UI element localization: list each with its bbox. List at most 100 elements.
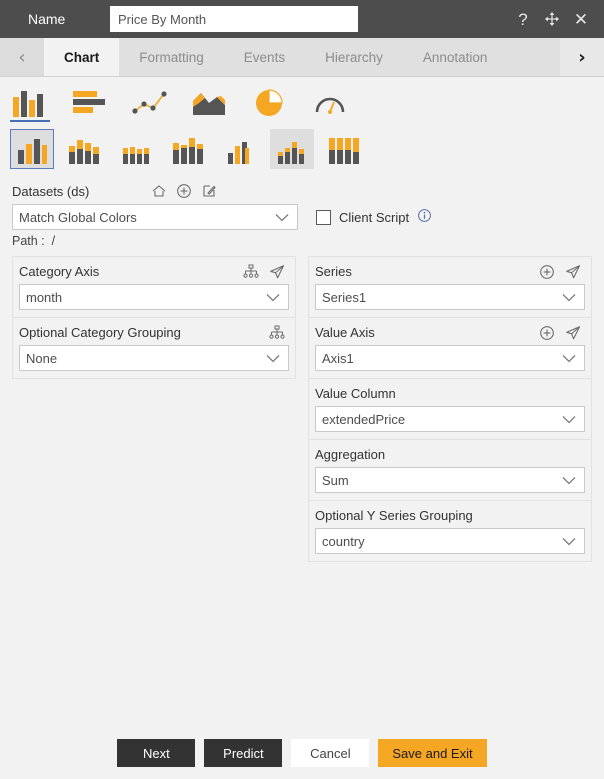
datasets-section: Datasets (ds) Match Global Colors Client… (0, 175, 604, 248)
series-icon-group (539, 264, 585, 280)
category-grouping-select[interactable]: None (19, 345, 289, 371)
value-axis-select[interactable]: Axis1 (315, 345, 585, 371)
category-axis-select[interactable]: month (19, 284, 289, 310)
footer-button-bar: Next Predict Cancel Save and Exit (0, 739, 604, 767)
question-mark-icon[interactable]: ? (514, 9, 532, 29)
value-axis-icon-group (539, 325, 585, 341)
chevron-down-icon (562, 354, 576, 362)
full-stacked-column-icon[interactable] (322, 129, 366, 169)
datasets-select[interactable]: Match Global Colors (12, 204, 298, 230)
path-label: Path : (12, 234, 45, 248)
scatter-line-chart-icon[interactable] (128, 83, 172, 117)
name-input-value: Price By Month (118, 11, 207, 27)
tab-bar: ‹ Chart Formatting Events Hierarchy Anno… (0, 38, 604, 77)
plus-circle-icon[interactable] (539, 325, 555, 341)
category-axis-icon-group (243, 264, 289, 280)
chart-subtype-row (0, 123, 604, 175)
cursor-arrow-icon[interactable] (269, 264, 285, 280)
aggregation-header: Aggregation (315, 445, 585, 464)
plus-circle-icon[interactable] (539, 264, 555, 280)
tab-scroll-right-button[interactable]: › (560, 38, 604, 76)
stacked-column-icon[interactable] (62, 129, 106, 169)
category-grouping-header: Optional Category Grouping (19, 323, 289, 342)
next-button[interactable]: Next (117, 739, 196, 767)
y-series-grouping-value: country (322, 533, 365, 549)
tab-scroll-left-button[interactable]: ‹ (0, 38, 44, 76)
move-icon[interactable] (543, 9, 561, 29)
value-axis-group: Value Axis Axis1 (308, 318, 592, 379)
chevron-down-icon (562, 293, 576, 301)
path-value: / (51, 234, 56, 248)
category-grouping-group: Optional Category Grouping None (12, 318, 296, 379)
chevron-down-icon (275, 213, 289, 221)
predict-button[interactable]: Predict (204, 739, 283, 767)
category-grouping-value: None (26, 350, 58, 366)
datasets-icon-group (151, 183, 217, 199)
series-select[interactable]: Series1 (315, 284, 585, 310)
value-column-select[interactable]: extendedPrice (315, 406, 585, 432)
clustered-column-icon[interactable] (10, 129, 54, 169)
cancel-button[interactable]: Cancel (291, 739, 370, 767)
gauge-chart-icon[interactable] (308, 83, 352, 117)
titlebar-icon-group: ? ✕ (514, 9, 594, 29)
chevron-down-icon (266, 293, 280, 301)
series-group: Series Series1 (308, 256, 592, 318)
close-icon[interactable]: ✕ (572, 9, 590, 29)
datasets-header: Datasets (ds) (12, 181, 592, 201)
value-column-value: extendedPrice (322, 411, 406, 427)
column-chart-icon[interactable] (8, 83, 52, 122)
tab-events[interactable]: Events (224, 38, 305, 76)
value-axis-title: Value Axis (315, 325, 375, 340)
grouped-stacked-column-icon[interactable] (166, 129, 210, 169)
stacked-100-column-icon[interactable] (114, 129, 158, 169)
chevron-down-icon (266, 354, 280, 362)
datasets-select-value: Match Global Colors (19, 209, 137, 225)
chevron-down-icon (562, 537, 576, 545)
tab-hierarchy[interactable]: Hierarchy (305, 38, 403, 76)
home-icon[interactable] (151, 183, 167, 199)
series-value: Series1 (322, 289, 367, 305)
datasets-label: Datasets (ds) (12, 183, 90, 199)
name-input[interactable]: Price By Month (110, 6, 358, 32)
value-column-title: Value Column (315, 386, 396, 401)
name-label: Name (28, 11, 66, 27)
client-script-checkbox[interactable] (316, 209, 331, 225)
category-axis-value: month (26, 289, 63, 305)
edit-pencil-icon[interactable] (201, 183, 217, 199)
path-row: Path : / (12, 234, 592, 248)
category-axis-group: Category Axis month (12, 256, 296, 318)
chevron-down-icon (562, 476, 576, 484)
right-column: Series Series1 Value Axis Axis1 Value Co… (308, 256, 592, 562)
cursor-arrow-icon[interactable] (565, 325, 581, 341)
category-axis-title: Category Axis (19, 264, 100, 279)
overlapped-column-icon[interactable] (218, 129, 262, 169)
config-columns: Category Axis month Optional Category Gr… (0, 248, 604, 562)
y-series-grouping-title: Optional Y Series Grouping (315, 508, 473, 523)
tab-chart[interactable]: Chart (44, 38, 120, 76)
chevron-down-icon (562, 415, 576, 423)
info-icon[interactable] (417, 208, 432, 226)
pie-chart-icon[interactable] (248, 83, 292, 117)
hierarchy-icon[interactable] (243, 264, 259, 279)
hierarchy-icon[interactable] (269, 325, 285, 340)
client-script-group: Client Script (316, 208, 432, 226)
aggregation-title: Aggregation (315, 447, 386, 462)
area-chart-icon[interactable] (188, 83, 232, 117)
plus-circle-icon[interactable] (176, 183, 192, 199)
tab-formatting[interactable]: Formatting (119, 38, 224, 76)
waterfall-column-icon[interactable] (270, 129, 314, 169)
client-script-label: Client Script (339, 209, 410, 225)
value-axis-header: Value Axis (315, 323, 585, 342)
tab-annotation[interactable]: Annotation (403, 38, 508, 76)
category-grouping-title: Optional Category Grouping (19, 325, 181, 340)
value-axis-value: Axis1 (322, 350, 354, 366)
value-column-group: Value Column extendedPrice (308, 379, 592, 440)
save-and-exit-button[interactable]: Save and Exit (378, 739, 487, 767)
aggregation-select[interactable]: Sum (315, 467, 585, 493)
bar-chart-icon[interactable] (68, 83, 112, 117)
y-series-grouping-select[interactable]: country (315, 528, 585, 554)
cursor-arrow-icon[interactable] (565, 264, 581, 280)
left-column: Category Axis month Optional Category Gr… (12, 256, 296, 379)
y-series-grouping-header: Optional Y Series Grouping (315, 506, 585, 525)
chart-type-row (0, 77, 604, 123)
